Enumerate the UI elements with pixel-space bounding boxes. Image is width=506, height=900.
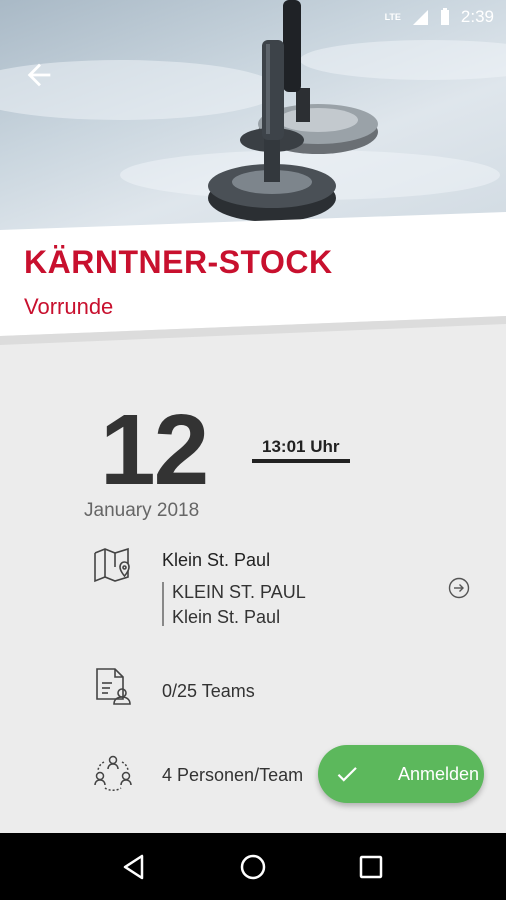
event-month-year: January 2018 <box>84 500 200 521</box>
address-divider <box>162 582 164 626</box>
event-title: KÄRNTNER-STOCK <box>24 244 333 280</box>
team-group-icon <box>94 755 132 791</box>
teams-count: 0/25 Teams <box>162 681 255 701</box>
system-navigation-bar <box>0 833 506 900</box>
event-time: 13:01 Uhr <box>262 437 340 456</box>
check-icon <box>337 767 357 782</box>
address-line-2: Klein St. Paul <box>172 607 281 627</box>
signal-icon <box>412 10 428 25</box>
status-bar: LTE 2:39 <box>0 0 506 34</box>
navigate-arrow-icon[interactable] <box>448 577 470 599</box>
register-button[interactable]: Anmelden <box>318 745 484 803</box>
document-user-icon <box>96 668 131 705</box>
event-subtitle: Vorrunde <box>24 294 114 319</box>
time-underline <box>252 459 350 463</box>
nav-back-icon[interactable] <box>120 852 150 882</box>
location-name: Klein St. Paul <box>162 550 271 570</box>
nav-recents-icon[interactable] <box>356 852 386 882</box>
map-location-icon <box>94 547 130 583</box>
status-time: 2:39 <box>460 7 494 26</box>
event-day: 12 <box>100 394 209 506</box>
lte-icon: LTE <box>384 12 401 22</box>
back-arrow-icon[interactable] <box>22 58 56 92</box>
title-band <box>0 212 506 345</box>
battery-icon <box>440 8 449 25</box>
address-line-1: KLEIN ST. PAUL <box>172 582 306 602</box>
persons-per-team: 4 Personen/Team <box>162 765 304 785</box>
register-button-label: Anmelden <box>398 763 480 784</box>
nav-home-icon[interactable] <box>238 852 268 882</box>
